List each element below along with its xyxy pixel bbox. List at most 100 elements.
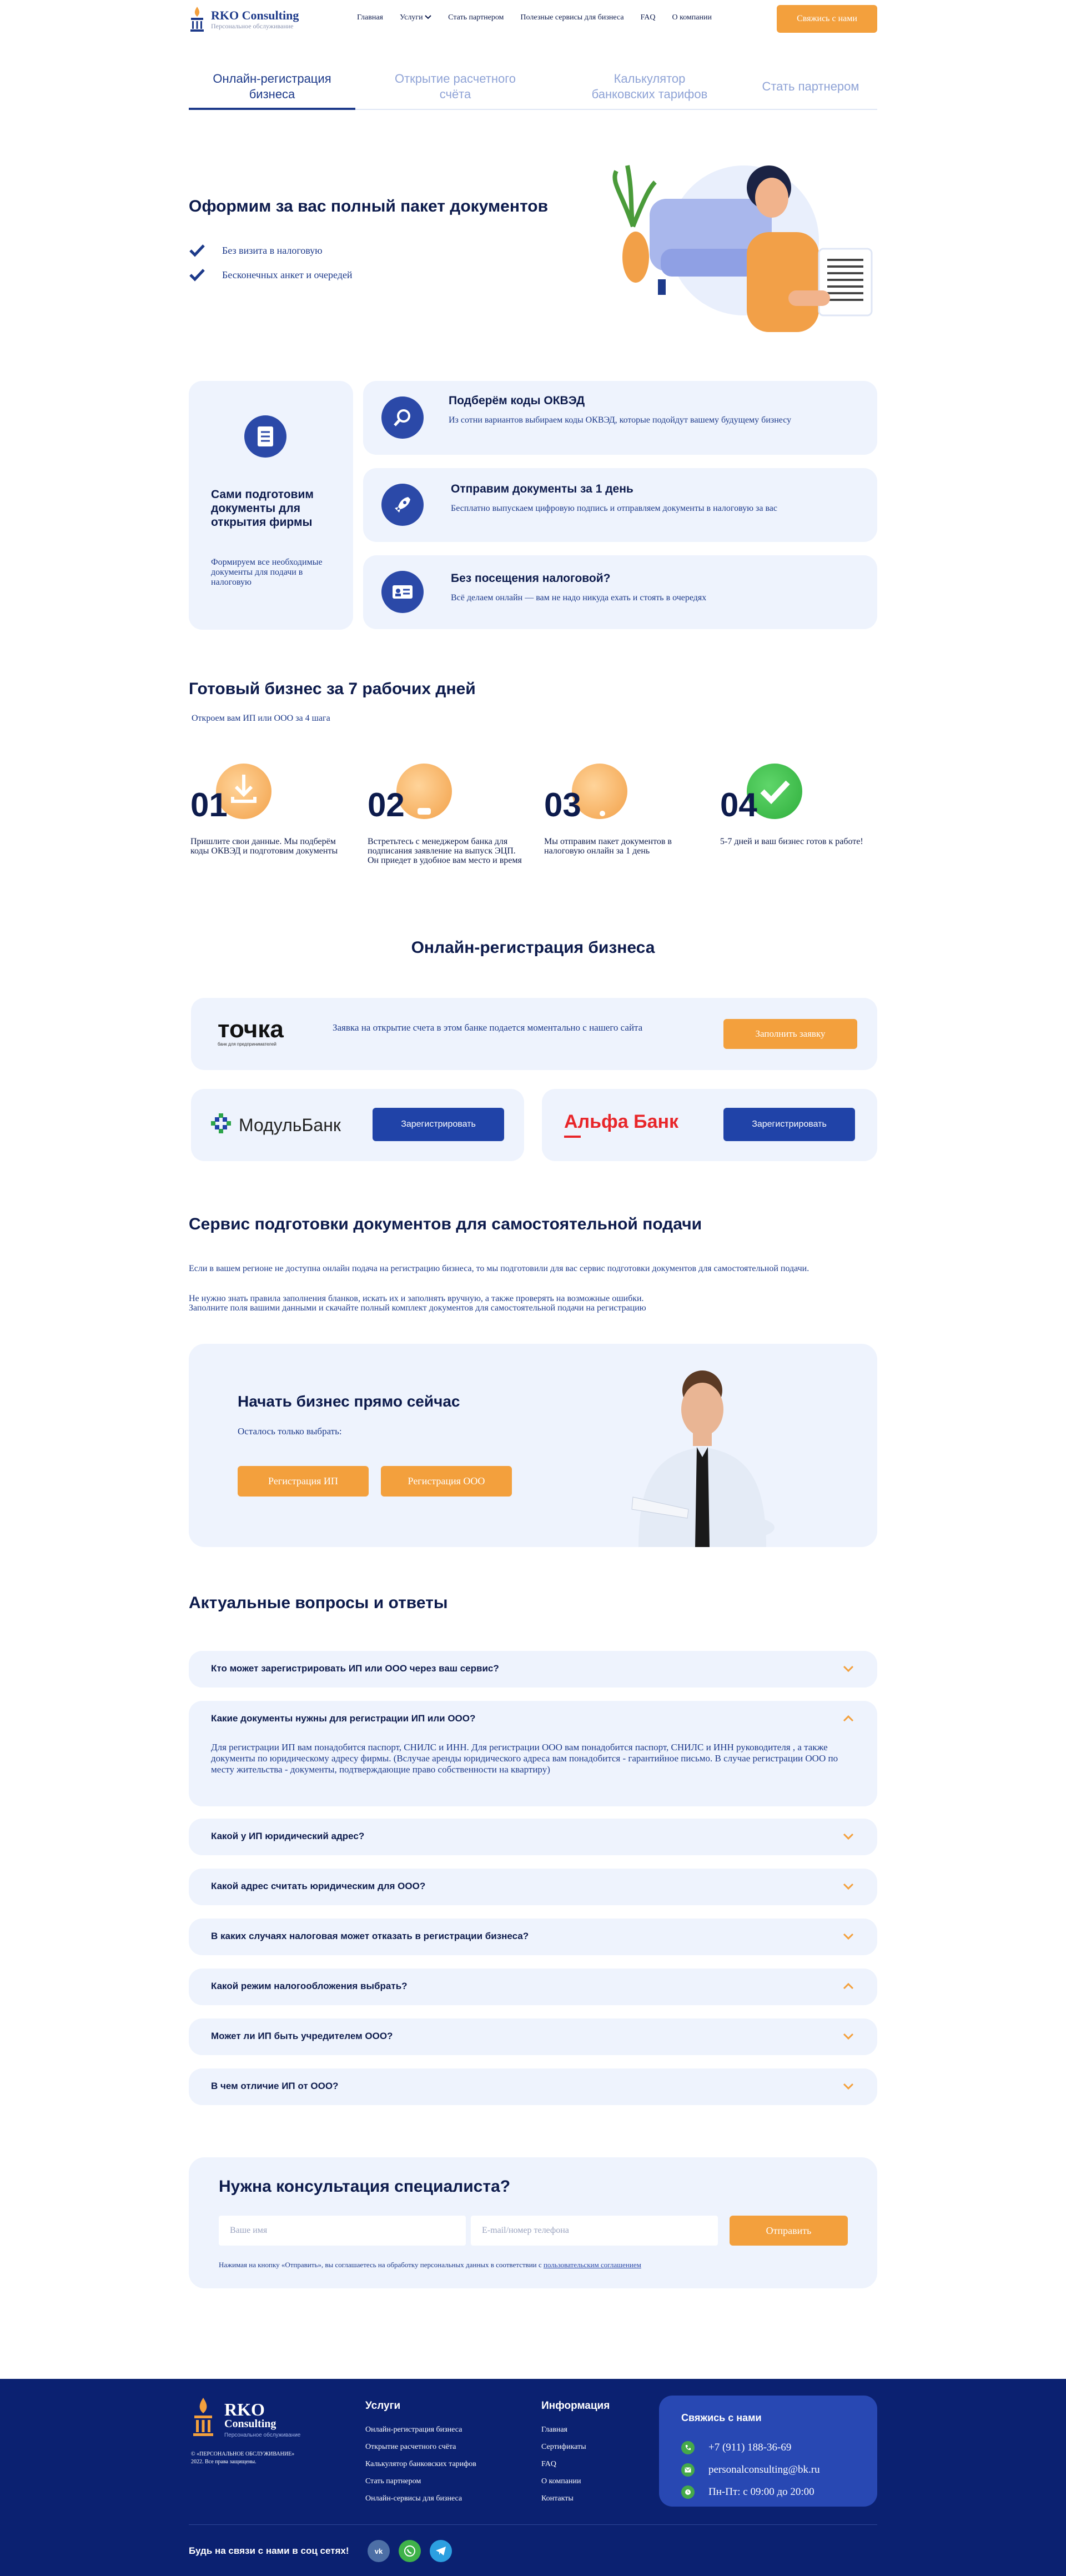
footer-link[interactable]: Стать партнером <box>365 2477 421 2486</box>
chevron-down-icon <box>843 1833 854 1840</box>
contact-title: Свяжись с нами <box>681 2412 762 2423</box>
service-paragraph-3: Заполните поля вашими данными и скачайте… <box>189 1303 646 1313</box>
tab-tariff-calculator[interactable]: Калькулятор банковских тарифов <box>555 71 744 109</box>
chevron-up-icon <box>843 1982 854 1990</box>
step-4: 04 5-7 дней и ваш бизнес готов к работе! <box>720 764 887 891</box>
step-1: 01 Пришлите свои данные. Мы подберём код… <box>190 764 357 891</box>
search-icon <box>381 396 424 439</box>
contact-box: Свяжись с нами +7 (911) 188-36-69 person… <box>659 2396 877 2507</box>
feature-no-visit: Без посещения налоговой? Всё делаем онла… <box>363 555 877 629</box>
footer-link[interactable]: FAQ <box>541 2460 556 2469</box>
start-business-card: Начать бизнес прямо сейчас Осталось толь… <box>189 1344 877 1547</box>
user-agreement-link[interactable]: пользовательским соглашением <box>544 2261 641 2269</box>
faq-item[interactable]: Какой у ИП юридический адрес? <box>189 1819 877 1855</box>
service-tabs: Онлайн-регистрация бизнеса Открытие расч… <box>189 71 877 110</box>
footer-divider <box>189 2524 877 2525</box>
footer-link[interactable]: Калькулятор банковских тарифов <box>365 2460 476 2469</box>
tochka-text: Заявка на открытие счета в этом банке по… <box>333 1022 643 1033</box>
nav-about[interactable]: О компании <box>672 13 712 22</box>
nav-partner[interactable]: Стать партнером <box>448 13 504 22</box>
footer-link[interactable]: Контакты <box>541 2494 574 2503</box>
footer-link[interactable]: Сертификаты <box>541 2443 586 2452</box>
modul-logo-text: МодульБанк <box>239 1114 341 1135</box>
modul-register-button[interactable]: Зарегистрировать <box>373 1108 504 1141</box>
faq-item[interactable]: Может ли ИП быть учредителем ООО? <box>189 2018 877 2055</box>
bank-alfa-card: Альфа Банк Зарегистрировать <box>542 1089 877 1161</box>
footer-link[interactable]: Онлайн-сервисы для бизнеса <box>365 2494 462 2503</box>
faq-item[interactable]: В каких случаях налоговая может отказать… <box>189 1919 877 1955</box>
footer: RKO Consulting Персональное обслуживание… <box>0 2379 1066 2576</box>
step-3: 03 Мы отправим пакет документов в налого… <box>544 764 711 891</box>
tab-become-partner[interactable]: Стать партнером <box>744 71 877 109</box>
step-text: Встретьтесь с менеджером банка для подпи… <box>368 837 522 865</box>
contact-hours: Пн-Пт: с 09:00 до 20:00 <box>681 2485 814 2499</box>
alfa-register-button[interactable]: Зарегистрировать <box>723 1108 855 1141</box>
contact-email[interactable]: personalconsulting@bk.ru <box>681 2463 820 2477</box>
businessman-photo <box>622 1364 783 1547</box>
bank-modul-card: МодульБанк Зарегистрировать <box>191 1089 524 1161</box>
footer-info-title: Информация <box>541 2400 610 2412</box>
whatsapp-icon[interactable] <box>399 2540 421 2562</box>
faq-question: Какой адрес считать юридическим для ООО? <box>211 1881 426 1891</box>
chevron-down-icon <box>425 15 431 19</box>
logo-title: RKO Consulting <box>211 8 299 22</box>
faq-item-open[interactable]: Какие документы нужны для регистрации ИП… <box>189 1701 877 1806</box>
rocket-icon <box>381 484 424 526</box>
logo-subtitle: Персональное обслуживание <box>211 22 294 30</box>
hero-check-item: Без визита в налоговую <box>189 244 323 257</box>
logo[interactable]: RKO Consulting Персональное обслуживание <box>189 6 299 33</box>
chevron-up-icon <box>843 1715 854 1722</box>
faq-item[interactable]: Какой адрес считать юридическим для ООО? <box>189 1869 877 1905</box>
service-paragraph-2: Не нужно знать правила заполнения бланко… <box>189 1294 644 1303</box>
nav-services[interactable]: Услуги <box>400 13 431 22</box>
fill-application-button[interactable]: Заполнить заявку <box>723 1019 857 1049</box>
faq-question: Может ли ИП быть учредителем ООО? <box>211 2031 393 2041</box>
nav-services-label: Услуги <box>400 13 423 22</box>
contact-input[interactable]: E-mail/номер телефона <box>471 2216 718 2246</box>
name-input[interactable]: Ваше имя <box>219 2216 466 2246</box>
tab-online-registration[interactable]: Онлайн-регистрация бизнеса <box>189 71 355 110</box>
steps-subtitle: Откроем вам ИП или ООО за 4 шага <box>192 714 330 723</box>
nav-home[interactable]: Главная <box>357 13 383 22</box>
footer-link[interactable]: Открытие расчетного счёта <box>365 2443 456 2452</box>
tochka-logo: точка банк для предпринимателей <box>218 1017 284 1047</box>
contact-us-button[interactable]: Свяжись с нами <box>777 5 877 33</box>
tab-open-account[interactable]: Открытие расчетного счёта <box>355 71 555 109</box>
start-title: Начать бизнес прямо сейчас <box>238 1393 460 1410</box>
nav-faq[interactable]: FAQ <box>641 13 656 22</box>
chevron-down-icon <box>843 2083 854 2090</box>
footer-logo-title: RKO <box>224 2399 265 2419</box>
nav-tools[interactable]: Полезные сервисы для бизнеса <box>520 13 623 22</box>
faq-question: Какой режим налогообложения выбрать? <box>211 1981 408 1991</box>
feature-title: Без посещения налоговой? <box>451 572 611 585</box>
faq-question: Какие документы нужны для регистрации ИП… <box>211 1713 476 1724</box>
footer-link[interactable]: Главная <box>541 2426 567 2434</box>
feature-send-docs: Отправим документы за 1 день Бесплатно в… <box>363 468 877 542</box>
feature-title: Отправим документы за 1 день <box>451 483 633 495</box>
vk-icon[interactable]: vk <box>368 2540 390 2562</box>
step-2: 02 Встретьтесь с менеджером банка для по… <box>368 764 534 891</box>
consult-title: Нужна консультация специалиста? <box>219 2177 511 2196</box>
hero-check-text: Без визита в налоговую <box>222 244 323 256</box>
telegram-icon[interactable] <box>430 2540 452 2562</box>
social-text: Будь на связи с нами в соц сетях! <box>189 2545 349 2556</box>
faq-item[interactable]: Кто может зарегистрировать ИП или ООО че… <box>189 1651 877 1688</box>
service-title: Сервис подготовки документов для самосто… <box>189 1215 702 1233</box>
footer-link[interactable]: О компании <box>541 2477 581 2486</box>
register-ooo-button[interactable]: Регистрация ООО <box>381 1466 512 1497</box>
footer-services-title: Услуги <box>365 2400 401 2412</box>
send-button[interactable]: Отправить <box>730 2216 848 2246</box>
document-icon <box>244 415 286 458</box>
register-ip-button[interactable]: Регистрация ИП <box>238 1466 369 1497</box>
faq-answer: Для регистрации ИП вам понадобится паспо… <box>211 1742 838 1775</box>
faq-item[interactable]: Какой режим налогообложения выбрать? <box>189 1969 877 2005</box>
faq-question: В каких случаях налоговая может отказать… <box>211 1931 529 1941</box>
meeting-icon <box>396 764 452 819</box>
contact-phone[interactable]: +7 (911) 188-36-69 <box>681 2441 791 2454</box>
faq-item[interactable]: В чем отличие ИП от ООО? <box>189 2068 877 2105</box>
id-card-icon <box>381 571 424 613</box>
footer-link[interactable]: Онлайн-регистрация бизнеса <box>365 2426 462 2434</box>
hero-check-item: Бесконечных анкет и очередей <box>189 268 353 282</box>
chevron-down-icon <box>843 2033 854 2040</box>
hero-illustration <box>605 149 877 332</box>
